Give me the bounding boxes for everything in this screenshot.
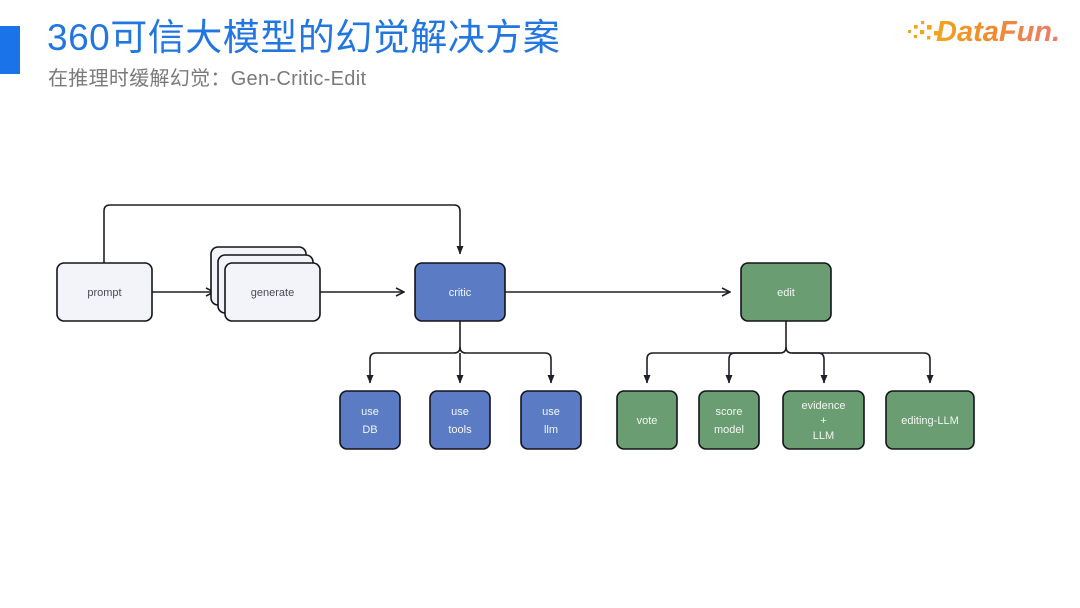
node-score-model-line-2: model	[714, 424, 744, 436]
node-prompt-label: prompt	[87, 287, 121, 299]
edge-critic-fanout-stem	[459, 321, 467, 354]
node-score-model-line-1: score	[716, 406, 743, 418]
node-use-llm[interactable]: use llm	[520, 390, 582, 450]
node-evidence-llm-line-1: evidence	[801, 400, 845, 412]
node-use-tools-line-1: use	[451, 406, 469, 418]
slide-header: 360可信大模型的幻觉解决方案 在推理时缓解幻觉：Gen-Critic-Edit	[0, 0, 1080, 110]
node-use-tools[interactable]: use tools	[429, 390, 491, 450]
node-edit[interactable]: edit	[740, 262, 832, 322]
node-prompt[interactable]: prompt	[56, 262, 153, 322]
node-editing-llm-line-1: editing-LLM	[901, 415, 958, 427]
node-editing-llm[interactable]: editing-LLM	[885, 390, 975, 450]
logo-dot-cluster	[908, 21, 939, 40]
gen-critic-edit-flowchart: prompt generate critic edit use DB use t…	[0, 180, 1080, 480]
edge-critic-to-use-db	[366, 352, 454, 384]
node-critic-label: critic	[449, 287, 472, 299]
edge-edit-fanout-stem-left	[779, 321, 787, 354]
logo-wordmark: DataFun.	[936, 16, 1060, 48]
node-evidence-llm-line-3: LLM	[813, 430, 834, 442]
edge-edit-to-score-model	[725, 352, 780, 384]
page-title: 360可信大模型的幻觉解决方案	[47, 17, 561, 58]
page-subtitle: 在推理时缓解幻觉：Gen-Critic-Edit	[48, 68, 367, 90]
node-edit-label: edit	[777, 287, 795, 299]
edge-edit-to-vote	[643, 352, 780, 384]
node-vote-line-1: vote	[637, 415, 658, 427]
title-accent-bar	[0, 26, 20, 74]
edge-edit-to-editing-llm	[792, 352, 934, 384]
datafun-logo: DataFun.	[902, 10, 1072, 50]
node-critic[interactable]: critic	[414, 262, 506, 322]
node-evidence-llm-line-2: +	[820, 415, 826, 427]
node-generate[interactable]: generate	[210, 246, 321, 322]
node-evidence-llm[interactable]: evidence + LLM	[782, 390, 865, 450]
node-use-db-line-1: use	[361, 406, 379, 418]
node-use-db-line-2: DB	[362, 424, 377, 436]
node-vote[interactable]: vote	[616, 390, 678, 450]
node-use-llm-line-2: llm	[544, 424, 558, 436]
edge-edit-to-evidence-llm	[792, 352, 828, 384]
node-use-llm-line-1: use	[542, 406, 560, 418]
edge-critic-fanout-stem-left	[453, 346, 461, 354]
node-use-db[interactable]: use DB	[339, 390, 401, 450]
node-score-model[interactable]: score model	[698, 390, 760, 450]
edge-edit-fanout-stem-right	[785, 346, 793, 354]
node-use-tools-line-2: tools	[448, 424, 472, 436]
edge-critic-to-use-llm	[466, 352, 555, 384]
node-generate-label: generate	[251, 287, 294, 299]
